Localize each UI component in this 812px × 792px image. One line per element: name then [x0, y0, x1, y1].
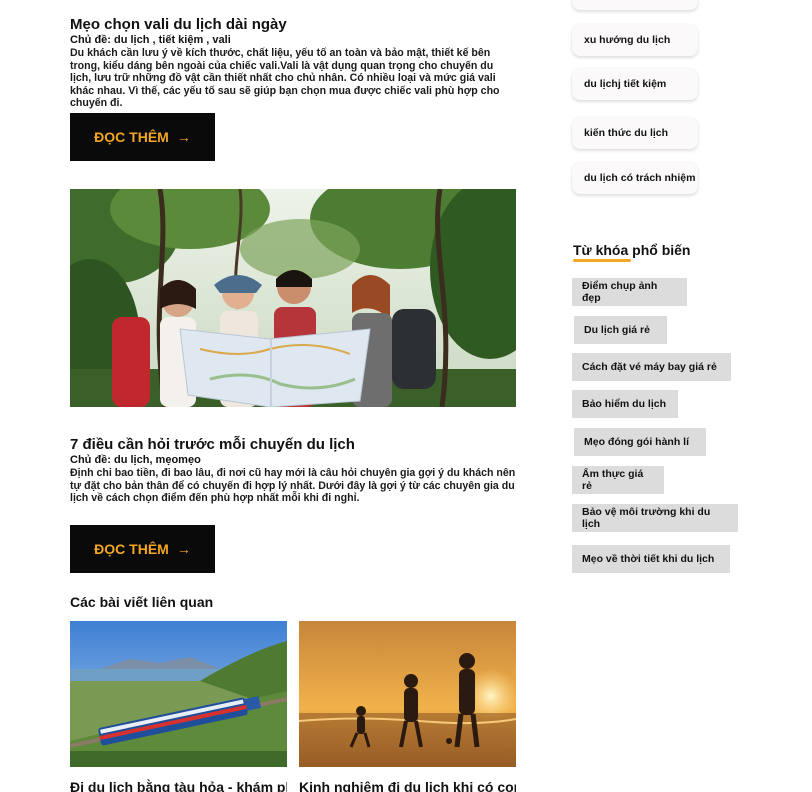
keyword-tag[interactable]: Mẹo về thời tiết khi du lịch	[572, 545, 730, 573]
heading-underline	[573, 259, 631, 262]
beach-sunset-photo	[299, 621, 516, 767]
keyword-tag[interactable]: Điểm chụp ảnh đẹp	[572, 278, 687, 306]
read-more-button[interactable]: ĐỌC THÊM →	[70, 525, 215, 573]
read-more-label: ĐỌC THÊM	[94, 541, 169, 557]
related-post-card[interactable]: Kinh nghiệm đi du lịch khi có con nhỏ	[299, 621, 516, 792]
article-excerpt: Định chi bao tiền, đi bao lâu, đi nơi cũ…	[70, 467, 516, 504]
arrow-right-icon: →	[176, 129, 191, 145]
sidebar-category-item[interactable]: du lịchj tiết kiệm	[572, 68, 698, 100]
article-title[interactable]: Mẹo chọn vali du lịch dài ngày	[70, 16, 516, 34]
related-posts-title: Các bài viết liên quan	[70, 594, 214, 610]
article-card: 7 điều cần hỏi trước mỗi chuyến du lịch …	[70, 436, 516, 505]
related-post-image[interactable]	[299, 621, 516, 767]
keyword-tag[interactable]: Bảo vệ môi trường khi du lịch	[572, 504, 738, 532]
train-photo	[70, 621, 287, 767]
keywords-heading: Từ khóa phổ biến	[573, 242, 691, 258]
article-image[interactable]	[70, 189, 516, 407]
read-more-button[interactable]: ĐỌC THÊM →	[70, 113, 215, 161]
keyword-tag[interactable]: Bảo hiểm du lịch	[572, 390, 678, 418]
read-more-label: ĐỌC THÊM	[94, 129, 169, 145]
related-post-caption[interactable]: Đi du lịch bằng tàu hỏa - khám phá	[70, 779, 287, 792]
travelers-photo	[70, 189, 516, 407]
article-card: Mẹo chọn vali du lịch dài ngày Chủ đề: d…	[70, 16, 516, 110]
article-title[interactable]: 7 điều cần hỏi trước mỗi chuyến du lịch	[70, 436, 516, 454]
sidebar-category-item[interactable]: kiến thức du lịch	[572, 117, 698, 149]
article-excerpt: Du khách cần lưu ý về kích thước, chất l…	[70, 47, 500, 109]
related-post-caption[interactable]: Kinh nghiệm đi du lịch khi có con nhỏ	[299, 779, 516, 792]
keyword-tag[interactable]: Cách đặt vé máy bay giá rẻ	[572, 353, 731, 381]
sidebar-category-item[interactable]: xu hướng du lịch	[572, 24, 698, 56]
related-post-card[interactable]: Đi du lịch bằng tàu hỏa - khám phá	[70, 621, 287, 792]
sidebar-item-partial[interactable]	[572, 0, 698, 10]
related-post-image[interactable]	[70, 621, 287, 767]
keyword-tag[interactable]: Du lịch giá rẻ	[574, 316, 667, 344]
keyword-tag[interactable]: Mẹo đóng gói hành lí	[574, 428, 706, 456]
sidebar-category-item[interactable]: du lịch có trách nhiệm	[572, 162, 698, 194]
article-topic: Chủ đề: du lịch , tiết kiệm , vali	[70, 34, 231, 46]
arrow-right-icon: →	[176, 541, 191, 557]
article-topic: Chủ đề: du lịch, mẹomẹo	[70, 454, 201, 466]
keyword-tag[interactable]: Ẩm thực giá rẻ	[572, 466, 664, 494]
